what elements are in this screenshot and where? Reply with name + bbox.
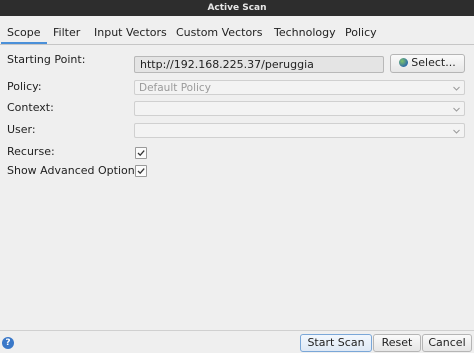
starting-point-field[interactable]: http://192.168.225.37/peruggia <box>134 56 384 73</box>
select-button[interactable]: Select... <box>390 54 465 73</box>
select-button-label: Select... <box>411 56 456 69</box>
context-label: Context: <box>7 101 54 114</box>
window-title-bar: Active Scan <box>0 0 474 16</box>
chevron-down-icon <box>453 86 460 91</box>
tab-bar: Scope Filter Input Vectors Custom Vector… <box>0 22 474 45</box>
advanced-options-label: Show Advanced Options <box>7 164 141 177</box>
chevron-down-icon <box>453 107 460 112</box>
tab-technology[interactable]: Technology <box>268 22 342 43</box>
chevron-down-icon <box>453 129 460 134</box>
recurse-label: Recurse: <box>7 145 55 158</box>
cancel-button[interactable]: Cancel <box>422 334 472 352</box>
starting-point-label: Starting Point: <box>7 53 86 66</box>
user-label: User: <box>7 123 36 136</box>
policy-value: Default Policy <box>139 82 211 94</box>
tab-custom-vectors[interactable]: Custom Vectors <box>170 22 268 43</box>
help-icon: ? <box>5 338 11 348</box>
starting-point-value: http://192.168.225.37/peruggia <box>140 58 314 71</box>
window-title: Active Scan <box>207 3 267 13</box>
policy-label: Policy: <box>7 80 42 93</box>
checkmark-icon <box>137 168 145 175</box>
help-button[interactable]: ? <box>2 337 14 349</box>
context-select[interactable] <box>134 101 465 116</box>
reset-button[interactable]: Reset <box>373 334 421 352</box>
user-select[interactable] <box>134 123 465 138</box>
tab-input-vectors[interactable]: Input Vectors <box>88 22 173 43</box>
recurse-checkbox[interactable] <box>135 147 147 159</box>
policy-select[interactable]: Default Policy <box>134 80 465 95</box>
checkmark-icon <box>137 150 145 157</box>
tab-scope[interactable]: Scope <box>1 22 47 44</box>
advanced-options-checkbox[interactable] <box>135 165 147 177</box>
globe-icon <box>399 58 409 67</box>
tab-filter[interactable]: Filter <box>47 22 86 43</box>
tab-policy[interactable]: Policy <box>339 22 383 43</box>
start-scan-button[interactable]: Start Scan <box>300 334 372 352</box>
footer-separator <box>0 330 474 331</box>
